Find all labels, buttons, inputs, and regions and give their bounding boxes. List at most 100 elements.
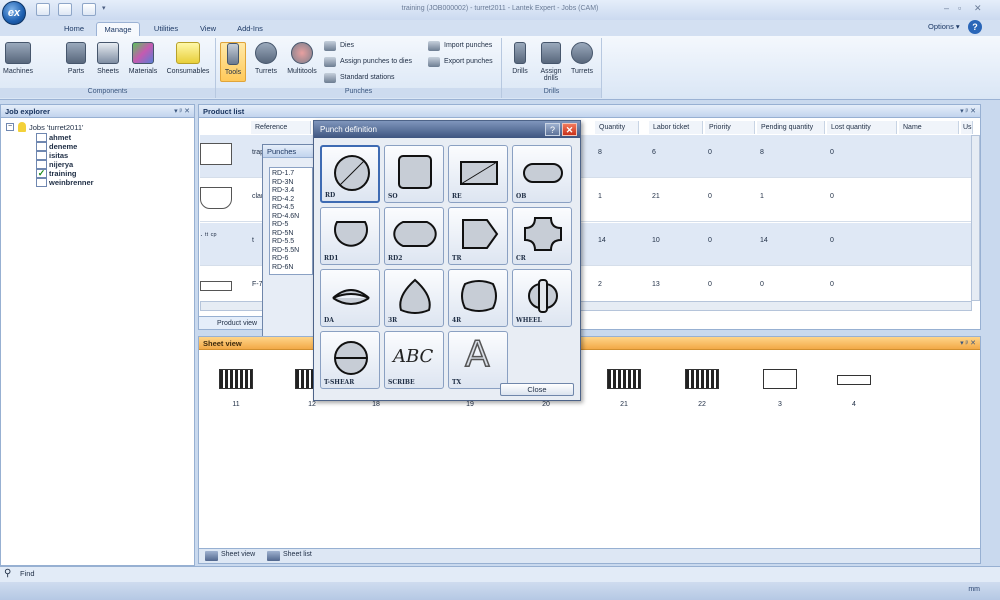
tab-home[interactable]: Home (54, 22, 94, 36)
list-item[interactable]: RD-3.4 (272, 187, 310, 196)
sheet-thumbnail[interactable] (219, 369, 253, 389)
column-priority[interactable]: Priority (705, 121, 755, 134)
shape-tx[interactable]: A TX (448, 331, 508, 389)
database-icon (18, 122, 26, 132)
tab-product-view[interactable]: Product view (198, 316, 268, 330)
vertical-scrollbar[interactable] (971, 135, 980, 301)
column-us[interactable]: Us (961, 121, 973, 134)
close-button[interactable]: Close (500, 383, 574, 396)
sheet-view-controls[interactable]: ▾ ᵖ ✕ (960, 337, 976, 350)
list-item[interactable]: RD-6N (272, 264, 310, 273)
options-menu[interactable]: Options ▾ (928, 22, 960, 31)
list-item[interactable]: RD-5N (272, 230, 310, 239)
shape-scribe[interactable]: ABC SCRIBE (384, 331, 444, 389)
sheet-thumbnail[interactable] (837, 375, 871, 385)
sheets-button[interactable]: Sheets (94, 42, 122, 75)
sheet-number: 18 (372, 401, 380, 408)
shape-ob[interactable]: OB (512, 145, 572, 203)
tab-utilities[interactable]: Utilities (144, 22, 188, 36)
minimize-button[interactable]: – (944, 3, 949, 13)
shape-t-shear[interactable]: T-SHEAR (320, 331, 380, 389)
tab-manage[interactable]: Manage (96, 22, 140, 36)
collapse-tree-icon[interactable]: − (6, 123, 14, 131)
shape-tr[interactable]: TR (448, 207, 508, 265)
tree-root[interactable]: Jobs 'turret2011' (29, 123, 83, 132)
shape-4r[interactable]: 4R (448, 269, 508, 327)
sheet-thumbnail[interactable] (763, 369, 797, 389)
list-item[interactable]: RD-1.7 (272, 170, 310, 179)
tree-item-deneme[interactable]: deneme (36, 142, 77, 151)
turrets-button[interactable]: Turrets (250, 42, 282, 75)
tool-icon (227, 43, 239, 65)
list-item[interactable]: RD-5.5N (272, 247, 310, 256)
export-punches-button[interactable]: Export punches (428, 56, 493, 68)
shape-3r[interactable]: 3R (384, 269, 444, 327)
tree-item-nijerya[interactable]: nijerya (36, 160, 73, 169)
product-list-controls[interactable]: ▾ ᵖ ✕ (960, 105, 976, 118)
list-item[interactable]: RD-5 (272, 221, 310, 230)
sheet-number: 22 (698, 401, 706, 408)
sheet-number: 19 (466, 401, 474, 408)
column-name[interactable]: Name (899, 121, 959, 134)
customize-quick-access-icon[interactable]: ▾ (102, 4, 106, 12)
save-icon[interactable] (82, 3, 96, 16)
open-folder-icon[interactable] (58, 3, 72, 16)
close-window-button[interactable]: ✕ (974, 3, 982, 14)
find-button[interactable]: ⚲ Find (4, 568, 35, 579)
import-punches-button[interactable]: Import punches (428, 40, 492, 52)
list-item[interactable]: RD-6 (272, 255, 310, 264)
help-icon[interactable]: ? (968, 20, 982, 34)
application-menu-button[interactable]: ex (2, 1, 26, 25)
sheet-thumbnail[interactable] (685, 369, 719, 389)
materials-button[interactable]: Materials (124, 42, 162, 75)
tree-item-isitas[interactable]: isitas (36, 151, 68, 160)
list-item[interactable]: RD-4.6N (272, 213, 310, 222)
column-reference[interactable]: Reference (251, 121, 311, 134)
column-labor-ticket[interactable]: Labor ticket (649, 121, 703, 134)
column-pending-quantity[interactable]: Pending quantity (757, 121, 825, 134)
tab-sheet-list[interactable]: Sheet list (267, 551, 312, 561)
drill-turrets-button[interactable]: Turrets (566, 42, 598, 75)
dies-button[interactable]: Dies (324, 40, 354, 52)
column-lost-quantity[interactable]: Lost quantity (827, 121, 897, 134)
tools-button[interactable]: Tools (220, 42, 246, 82)
assign-drills-button[interactable]: Assign drills (536, 42, 566, 82)
machines-button[interactable]: Machines (2, 42, 34, 75)
restore-button[interactable]: ▫ (958, 3, 961, 13)
list-item[interactable]: RD-3N (272, 179, 310, 188)
punches-list[interactable]: RD-1.7 RD-3N RD-3.4 RD-4.2 RD-4.5 RD-4.6… (269, 167, 313, 275)
parts-button[interactable]: Parts (64, 42, 88, 75)
list-item[interactable]: RD-4.2 (272, 196, 310, 205)
multitools-button[interactable]: Multitools (284, 42, 320, 75)
job-explorer-controls[interactable]: ▾ ᵖ ✕ (174, 105, 190, 118)
stations-icon (324, 73, 336, 83)
round-shape-icon (334, 155, 370, 191)
list-item[interactable]: RD-5.5 (272, 238, 310, 247)
tab-view[interactable]: View (192, 22, 224, 36)
standard-stations-button[interactable]: Standard stations (324, 72, 394, 84)
dialog-help-button[interactable]: ? (545, 123, 560, 136)
drill-icon (514, 42, 526, 64)
dialog-close-x-button[interactable]: ✕ (562, 123, 577, 136)
tab-sheet-view[interactable]: Sheet view (205, 551, 255, 561)
drills-button[interactable]: Drills (506, 42, 534, 75)
tab-add-ins[interactable]: Add-Ins (228, 22, 272, 36)
shape-wheel[interactable]: WHEEL (512, 269, 572, 327)
shape-so[interactable]: SO (384, 145, 444, 203)
tree-item-training[interactable]: ✓ training (36, 169, 77, 178)
new-file-icon[interactable] (36, 3, 50, 16)
part-thumbnail (200, 143, 232, 165)
shape-re[interactable]: RE (448, 145, 508, 203)
list-item[interactable]: RD-4.5 (272, 204, 310, 213)
shape-rd1[interactable]: RD1 (320, 207, 380, 265)
consumables-button[interactable]: Consumables (164, 42, 212, 75)
sheet-thumbnail[interactable] (607, 369, 641, 389)
shape-da[interactable]: DA (320, 269, 380, 327)
shape-rd[interactable]: RD (320, 145, 380, 203)
tree-item-weinbrenner[interactable]: weinbrenner (36, 178, 94, 187)
shape-rd2[interactable]: RD2 (384, 207, 444, 265)
column-quantity[interactable]: Quantity (595, 121, 639, 134)
shape-cr[interactable]: CR (512, 207, 572, 265)
tree-item-ahmet[interactable]: ahmet (36, 133, 71, 142)
assign-punches-to-dies-button[interactable]: Assign punches to dies (324, 56, 412, 68)
